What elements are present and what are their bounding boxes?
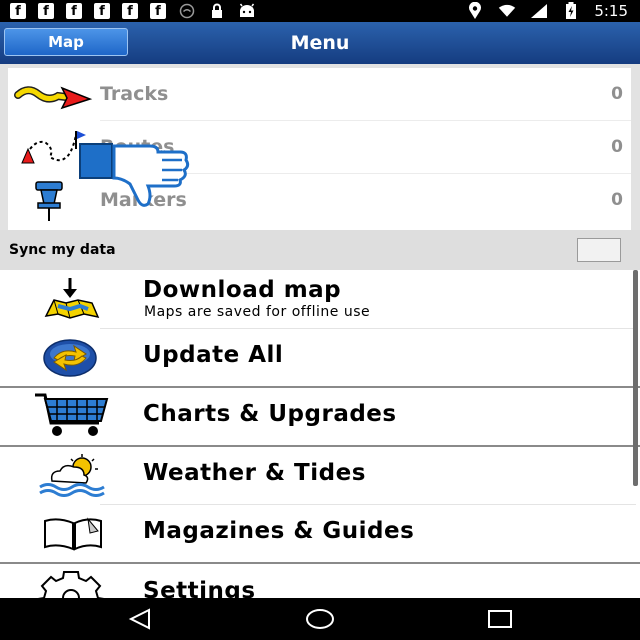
download-map-subtitle: Maps are saved for offline use [144,304,371,320]
menu-item-charts-upgrades[interactable]: Charts & Upgrades [0,388,636,445]
recents-icon[interactable] [480,604,520,634]
routes-count: 0 [611,137,623,157]
home-icon[interactable] [300,604,340,634]
open-book-icon [42,513,106,553]
system-icons: 5:15 [466,2,628,20]
notification-icons: f f f f f f [10,3,256,19]
sync-label: Sync my data [9,242,116,258]
shopping-cart-icon [33,391,111,439]
android-icon [238,3,256,19]
wifi-circle-icon [178,3,196,19]
facebook-icon: f [38,3,54,19]
status-bar: f f f f f f 5:15 [0,0,640,22]
sync-toggle[interactable] [577,238,621,262]
lock-icon [208,3,226,19]
tracks-count: 0 [611,84,623,104]
menu-item-settings[interactable]: Settings [0,564,636,598]
back-icon[interactable] [120,604,160,634]
navigation-bar [0,598,640,640]
weather-sun-cloud-icon [38,453,106,497]
tracks-label: Tracks [100,83,169,105]
update-all-title: Update All [143,342,284,368]
menu-item-magazines-guides[interactable]: Magazines & Guides [0,505,636,562]
gear-icon [34,568,108,598]
charts-upgrades-title: Charts & Upgrades [143,401,397,427]
menu-item-weather-tides[interactable]: Weather & Tides [0,447,636,504]
weather-tides-title: Weather & Tides [143,460,366,486]
battery-charging-icon [562,2,580,19]
settings-title: Settings [143,578,256,598]
magazines-guides-title: Magazines & Guides [143,518,415,544]
facebook-icon: f [94,3,110,19]
facebook-icon: f [150,3,166,19]
menu-item-download-map[interactable]: Download map Maps are saved for offline … [0,270,636,328]
location-icon [466,2,484,19]
scrollbar[interactable] [633,270,638,486]
wifi-signal-icon [498,3,516,19]
facebook-icon: f [122,3,138,19]
download-map-title: Download map [143,277,342,303]
sync-bar: Sync my data [0,230,640,270]
page-title: Menu [290,32,350,54]
cell-signal-icon [530,3,548,19]
markers-count: 0 [611,190,623,210]
download-map-icon [40,276,104,322]
globe-refresh-icon [40,334,104,380]
facebook-icon: f [66,3,82,19]
data-row-tracks[interactable]: Tracks 0 [8,68,631,121]
menu-item-update-all[interactable]: Update All [0,329,636,386]
facebook-icon: f [10,3,26,19]
title-bar: Map Menu [0,22,640,64]
track-arrow-icon [14,74,94,116]
clock-time: 5:15 [594,2,628,20]
thumbs-down-icon [78,140,190,208]
